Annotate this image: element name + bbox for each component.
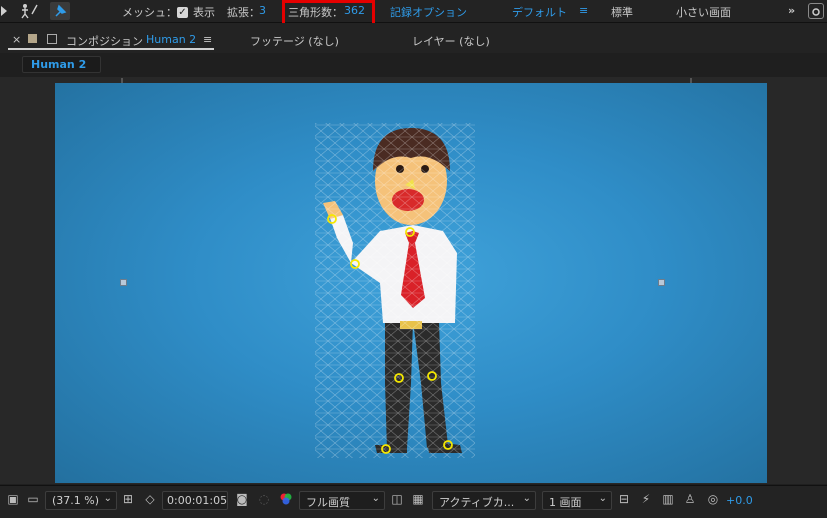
- toggle-grid-icon[interactable]: ⊞: [121, 492, 135, 506]
- record-options-link[interactable]: 記録オプション: [390, 4, 467, 20]
- layer-handle-right[interactable]: [658, 279, 665, 286]
- toggle-mask-icon[interactable]: ◇: [143, 492, 157, 506]
- lock-panel-icon[interactable]: [47, 34, 57, 44]
- region-of-interest-icon[interactable]: ◫: [390, 492, 404, 506]
- timecode-value: 0:00:01:05: [167, 494, 228, 507]
- mesh-overlay: [315, 123, 475, 458]
- timeline-icon[interactable]: ▥: [661, 492, 675, 506]
- exposure-value[interactable]: +0.0: [726, 494, 753, 507]
- chevron-down-icon: ⌄: [103, 493, 112, 504]
- flowchart-icon[interactable]: ♙: [683, 492, 697, 506]
- show-snapshot-icon[interactable]: ◌: [257, 492, 271, 506]
- chevron-down-icon: ⌄: [522, 493, 531, 504]
- check-icon: ✓: [177, 7, 188, 18]
- workspace-default[interactable]: デフォルト: [512, 4, 567, 20]
- monitor-icon[interactable]: ▭: [26, 492, 40, 506]
- fast-preview-icon[interactable]: ⚡: [639, 492, 653, 506]
- show-label: 表示: [193, 6, 215, 19]
- views-value: 1 画面: [549, 496, 582, 509]
- layer-handle-left[interactable]: [120, 279, 127, 286]
- tab-composition-name[interactable]: Human 2: [146, 33, 196, 46]
- timecode-field[interactable]: 0:00:01:05: [162, 491, 228, 510]
- chevron-down-icon: ⌄: [598, 493, 607, 504]
- show-mesh-checkbox[interactable]: ✓: [177, 4, 188, 18]
- zoom-dropdown[interactable]: (37.1 %) ⌄: [45, 491, 117, 510]
- workspace-small-screen[interactable]: 小さい画面: [676, 4, 731, 20]
- transparency-grid-icon[interactable]: ▦: [411, 492, 425, 506]
- tab-layer[interactable]: レイヤー (なし): [412, 33, 490, 49]
- tab-footage[interactable]: フッテージ (なし): [250, 33, 339, 49]
- breadcrumb-comp-name[interactable]: Human 2: [31, 58, 86, 71]
- zoom-value: (37.1 %): [52, 494, 100, 507]
- expand-value[interactable]: 3: [259, 4, 266, 17]
- views-dropdown[interactable]: 1 画面 ⌄: [542, 491, 612, 510]
- puppet-pin-tool-icon[interactable]: [19, 2, 39, 20]
- active-tab-indicator: [8, 48, 214, 50]
- workspace-settings-icon[interactable]: [808, 3, 824, 19]
- workspace-standard[interactable]: 標準: [611, 4, 633, 20]
- tab-composition-label[interactable]: コンポジション: [66, 33, 143, 49]
- reset-exposure-icon[interactable]: ◎: [706, 492, 720, 506]
- comp-color-swatch: [28, 34, 37, 43]
- selection-arrow-icon[interactable]: [0, 2, 8, 20]
- close-panel-icon[interactable]: ×: [12, 33, 21, 46]
- top-toolbar: メッシュ： ✓ 表示 拡張： 3 三角形数： 362 記録オプション デフォルト…: [0, 0, 827, 27]
- panel-menu-icon[interactable]: ≡: [203, 33, 212, 46]
- viewer-bottom-bar: ▣ ▭ (37.1 %) ⌄ ⊞ ◇ 0:00:01:05 ◙ ◌ フル画質 ⌄…: [0, 485, 827, 518]
- snapshot-camera-icon[interactable]: ◙: [235, 492, 249, 506]
- toggle-pixel-aspect-icon[interactable]: ⊟: [617, 492, 631, 506]
- more-workspaces-icon[interactable]: »: [788, 4, 795, 17]
- camera-dropdown[interactable]: アクティブカ... ⌄: [432, 491, 536, 510]
- always-preview-icon[interactable]: ▣: [6, 492, 20, 506]
- pin-tool-icon[interactable]: [50, 2, 70, 20]
- workspace-menu-icon[interactable]: ≡: [579, 4, 588, 17]
- chevron-down-icon: ⌄: [371, 493, 380, 504]
- resolution-dropdown[interactable]: フル画質 ⌄: [299, 491, 385, 510]
- rgb-channels-icon[interactable]: [279, 492, 293, 506]
- mesh-label: メッシュ：: [122, 6, 177, 19]
- resolution-value: フル画質: [306, 496, 350, 509]
- expand-label: 拡張：: [227, 6, 260, 19]
- camera-value: アクティブカ...: [439, 496, 515, 509]
- breadcrumb[interactable]: Human 2: [22, 56, 101, 73]
